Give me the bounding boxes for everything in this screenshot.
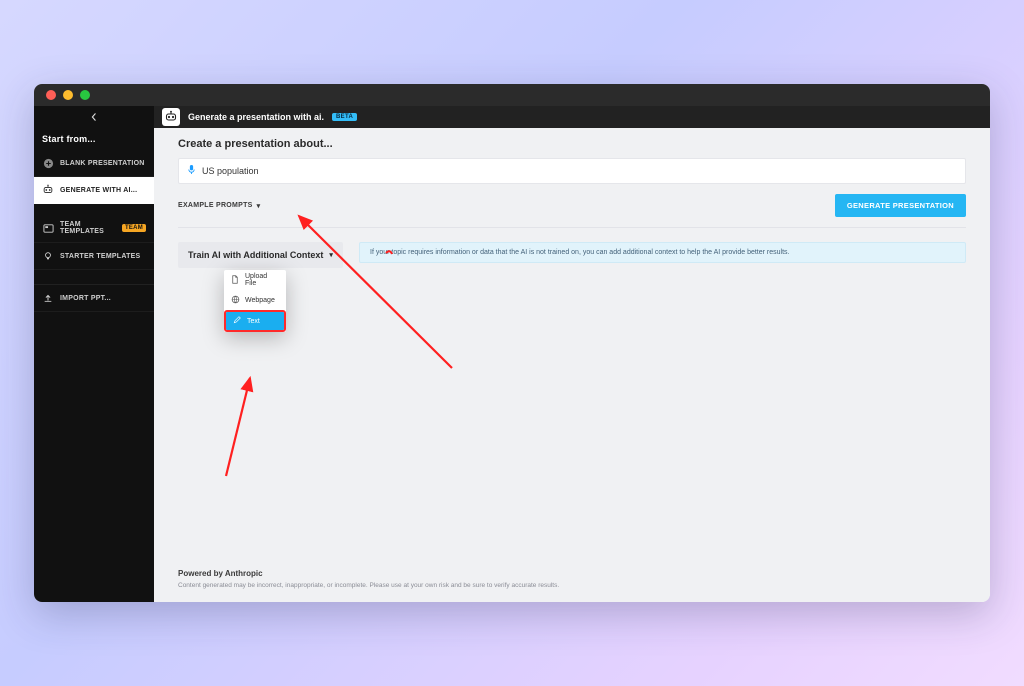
sidebar-item-label: STARTER TEMPLATES [60,253,140,260]
dropdown-item-label: Upload File [245,273,280,287]
chevron-down-icon: ▾ [257,202,261,210]
titlebar [34,84,990,106]
powered-by: Powered by Anthropic [178,569,966,578]
window-close-button[interactable] [46,90,56,100]
sidebar-item-generate-with-ai[interactable]: GENERATE WITH AI... [34,177,154,204]
prompt-actions-row: EXAMPLE PROMPTS ▾ GENERATE PRESENTATION [178,194,966,217]
app-window: Start from... BLANK PRESENTATION GENERAT… [34,84,990,602]
sidebar-item-label: IMPORT PPT... [60,295,111,302]
chevron-down-icon: ▾ [329,251,333,259]
main-panel: Generate a presentation with ai. BETA Cr… [154,106,990,602]
back-button[interactable] [34,106,154,128]
window-minimize-button[interactable] [63,90,73,100]
generate-presentation-button[interactable]: GENERATE PRESENTATION [835,194,966,217]
team-badge: TEAM [122,224,146,232]
sidebar-item-blank-presentation[interactable]: BLANK PRESENTATION [34,150,154,177]
dropdown-item-webpage[interactable]: Webpage [224,290,286,310]
beta-badge: BETA [332,113,357,121]
content-area: Create a presentation about... EXAMPLE P… [154,128,990,602]
dropdown-item-text[interactable]: Text [226,312,284,330]
example-prompts-toggle[interactable]: EXAMPLE PROMPTS ▾ [178,202,260,210]
disclaimer: Content generated may be incorrect, inap… [178,581,966,590]
globe-icon [230,295,240,306]
sidebar-item-label: GENERATE WITH AI... [60,187,137,194]
sidebar-item-team-templates[interactable]: TEAM TEMPLATES TEAM [34,214,154,243]
create-heading: Create a presentation about... [178,138,966,150]
upload-icon [42,292,54,304]
window-zoom-button[interactable] [80,90,90,100]
train-context-toggle[interactable]: Train AI with Additional Context ▾ [178,242,343,268]
lightbulb-icon [42,250,54,262]
file-icon [230,275,240,286]
prompt-input[interactable] [202,166,957,176]
chevron-left-icon [90,113,98,121]
sidebar-item-label: TEAM TEMPLATES [60,221,113,235]
robot-icon [42,184,54,196]
sidebar-item-label: BLANK PRESENTATION [60,160,145,167]
sidebar-section-title: Start from... [34,128,154,150]
dropdown-item-label: Webpage [245,297,275,304]
sidebar-item-import-ppt[interactable]: IMPORT PPT... [34,285,154,312]
train-context-label: Train AI with Additional Context [188,250,323,260]
page-title: Generate a presentation with ai. [188,112,324,122]
templates-icon [42,222,54,234]
example-prompts-label: EXAMPLE PROMPTS [178,202,253,209]
main-header: Generate a presentation with ai. BETA [154,106,990,128]
dropdown-item-label: Text [247,318,260,325]
robot-icon [162,108,180,126]
prompt-input-wrapper[interactable] [178,158,966,184]
train-row: Train AI with Additional Context ▾ Uploa… [178,242,966,268]
dropdown-item-upload-file[interactable]: Upload File [224,270,286,290]
app-body: Start from... BLANK PRESENTATION GENERAT… [34,106,990,602]
pencil-icon [232,316,242,326]
train-context-dropdown: Upload File Webpage [224,270,286,332]
train-info-tip: If your topic requires information or da… [359,242,966,263]
divider [178,227,966,228]
sidebar: Start from... BLANK PRESENTATION GENERAT… [34,106,154,602]
footer: Powered by Anthropic Content generated m… [178,569,966,602]
sidebar-item-starter-templates[interactable]: STARTER TEMPLATES [34,243,154,270]
plus-circle-icon [42,157,54,169]
microphone-icon[interactable] [187,164,196,178]
